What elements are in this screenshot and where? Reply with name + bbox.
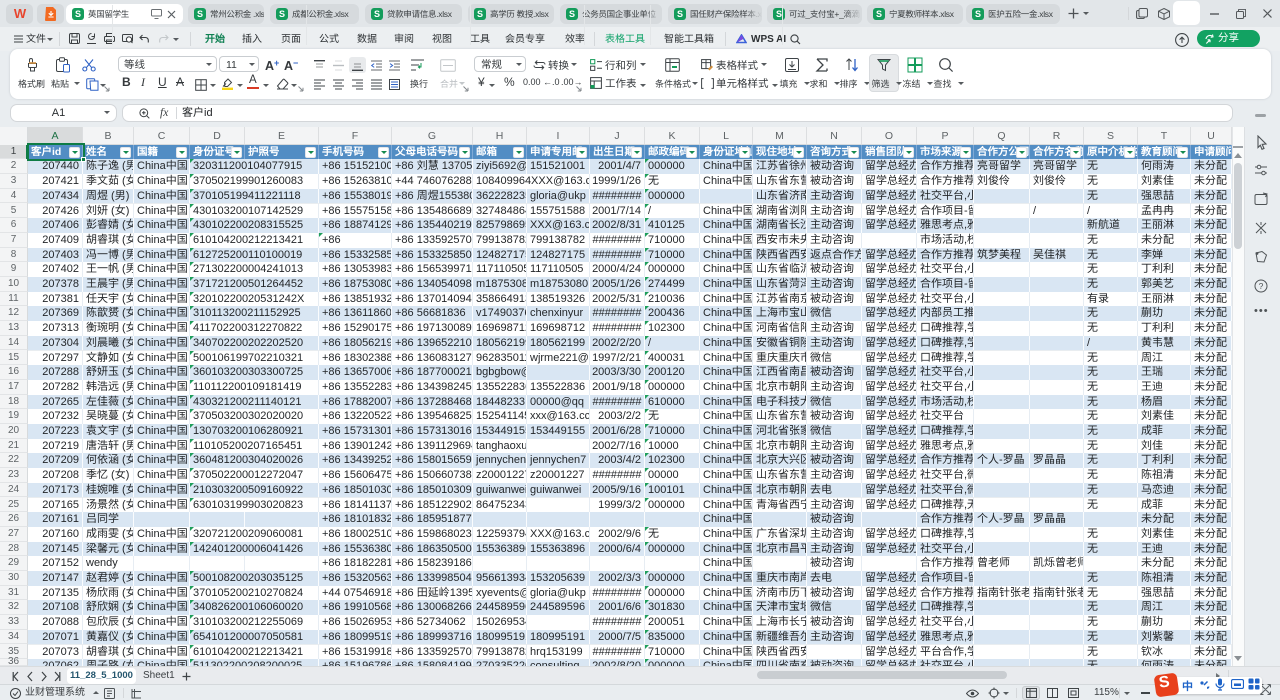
svg-text:?: ?: [1259, 281, 1264, 291]
